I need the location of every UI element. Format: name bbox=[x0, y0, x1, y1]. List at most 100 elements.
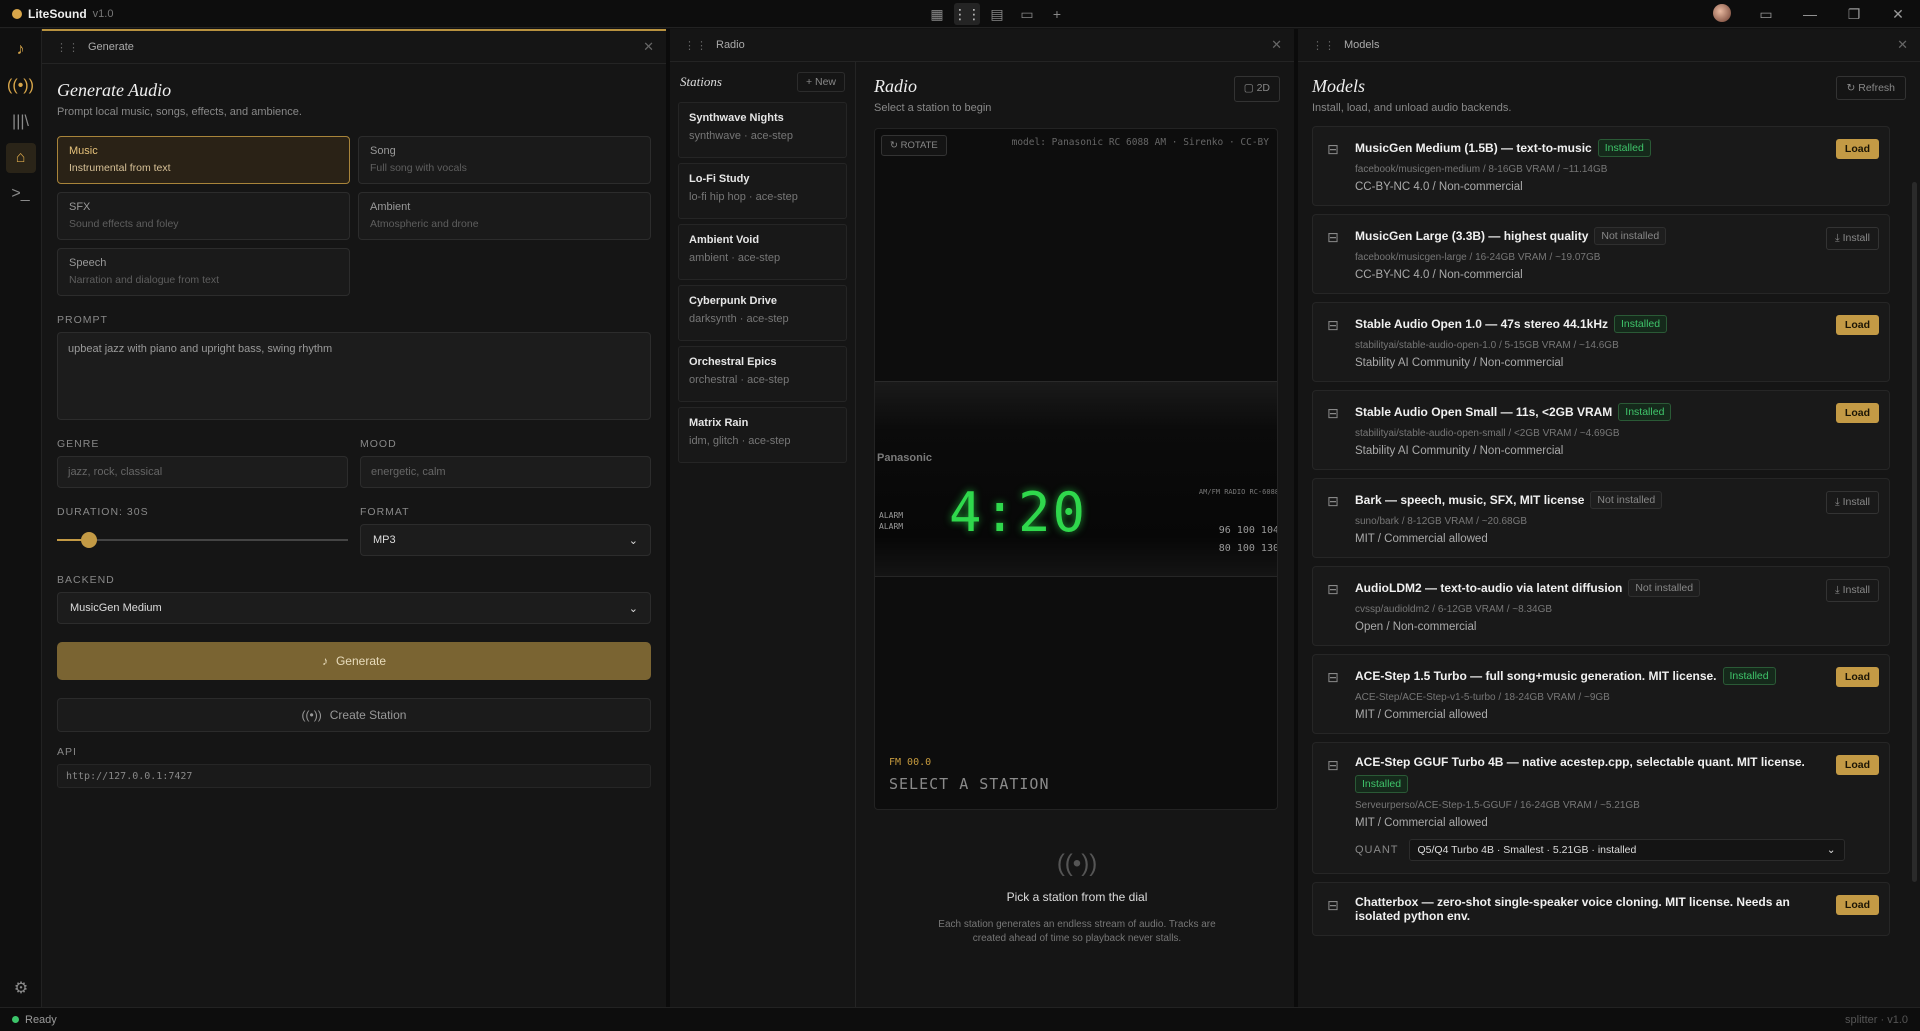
radio-panel: ⋮⋮ Radio ✕ Stations + New Synthwave Nigh… bbox=[670, 29, 1294, 1007]
add-layout-icon[interactable]: + bbox=[1044, 3, 1070, 25]
station-item[interactable]: Orchestral Epics orchestral · ace-step bbox=[678, 346, 847, 402]
backend-select[interactable]: MusicGen Medium ⌄ bbox=[57, 592, 651, 624]
model-license: CC-BY-NC 4.0 / Non-commercial bbox=[1355, 269, 1523, 281]
mood-input[interactable]: energetic, calm bbox=[360, 456, 651, 488]
type-music[interactable]: Music Instrumental from text bbox=[57, 136, 350, 184]
model-name: Bark — speech, music, SFX, MIT license bbox=[1355, 493, 1585, 507]
load-button[interactable]: Load bbox=[1835, 895, 1879, 915]
new-station-button[interactable]: + New bbox=[796, 72, 845, 92]
broadcast-icon[interactable]: ((•)) bbox=[6, 71, 36, 101]
drive-icon[interactable]: ⌂ bbox=[5, 143, 36, 173]
create-station-label: Create Station bbox=[329, 708, 407, 722]
install-label: Install bbox=[1842, 584, 1870, 596]
model-name: Stable Audio Open 1.0 — 47s stereo 44.1k… bbox=[1355, 317, 1608, 331]
settings-gear-icon[interactable]: ⚙ bbox=[6, 973, 36, 1003]
status-badge: Installed bbox=[1597, 139, 1651, 157]
radio-subtitle: Select a station to begin bbox=[874, 102, 992, 114]
profile-avatar[interactable] bbox=[1700, 3, 1744, 25]
grid-layout-icon[interactable]: ▦ bbox=[924, 3, 950, 25]
model-name: MusicGen Large (3.3B) — highest quality bbox=[1355, 229, 1589, 243]
download-icon: ⤓ bbox=[1834, 496, 1840, 508]
terminal-icon[interactable]: >_ bbox=[6, 179, 36, 209]
chevron-down-icon: ⌄ bbox=[628, 534, 638, 547]
backend-label: BACKEND bbox=[57, 574, 115, 586]
window-layout-icon[interactable]: ▭ bbox=[1014, 3, 1040, 25]
alarm-label: ALARM bbox=[879, 522, 904, 531]
models-panel-header: ⋮⋮ Models ✕ bbox=[1298, 29, 1920, 62]
close-icon[interactable]: ✕ bbox=[1897, 37, 1908, 53]
broadcast-icon: ((•)) bbox=[301, 708, 322, 722]
quant-select[interactable]: Q5/Q4 Turbo 4B · Smallest · 5.21GB · ins… bbox=[1408, 839, 1845, 861]
type-speech[interactable]: Speech Narration and dialogue from text bbox=[57, 248, 350, 296]
load-button[interactable]: Load bbox=[1835, 139, 1879, 159]
create-station-button[interactable]: ((•)) Create Station bbox=[57, 698, 651, 732]
load-button[interactable]: Load bbox=[1835, 667, 1879, 687]
install-button[interactable]: ⤓ Install bbox=[1825, 491, 1879, 514]
quant-value: Q5/Q4 Turbo 4B · Smallest · 5.21GB · ins… bbox=[1417, 844, 1637, 856]
rotate-button[interactable]: ↻ ROTATE bbox=[881, 135, 947, 156]
format-select[interactable]: MP3 ⌄ bbox=[360, 524, 651, 556]
refresh-label: Refresh bbox=[1858, 82, 1895, 94]
station-genre: darksynth · ace-step bbox=[689, 313, 789, 325]
freq-row: 80 100 130 bbox=[1218, 543, 1278, 554]
music-note-icon[interactable]: ♪ bbox=[6, 35, 36, 65]
close-icon[interactable]: ✕ bbox=[1271, 37, 1282, 53]
columns-layout-icon[interactable]: ⋮⋮ bbox=[953, 3, 981, 25]
type-sfx[interactable]: SFX Sound effects and foley bbox=[57, 192, 350, 240]
station-item[interactable]: Ambient Void ambient · ace-step bbox=[678, 224, 847, 280]
maximize-icon[interactable]: ❐ bbox=[1832, 6, 1876, 23]
station-item[interactable]: Matrix Rain idm, glitch · ace-step bbox=[678, 407, 847, 463]
close-window-icon[interactable]: ✕ bbox=[1876, 6, 1920, 23]
radio-3d-stage[interactable]: ↻ ROTATE model: Panasonic RC 6088 AM · S… bbox=[874, 128, 1278, 810]
model-name: Stable Audio Open Small — 11s, <2GB VRAM bbox=[1355, 405, 1613, 419]
type-desc: Instrumental from text bbox=[69, 162, 171, 174]
station-name: Ambient Void bbox=[689, 234, 760, 246]
drive-icon: ⊟ bbox=[1327, 229, 1339, 245]
close-icon[interactable]: ✕ bbox=[643, 39, 654, 55]
prompt-textarea[interactable]: upbeat jazz with piano and upright bass,… bbox=[57, 332, 651, 420]
clock-display: 4:20 bbox=[949, 481, 1088, 544]
type-ambient[interactable]: Ambient Atmospheric and drone bbox=[358, 192, 651, 240]
refresh-button[interactable]: ↻ Refresh bbox=[1835, 76, 1906, 100]
load-button[interactable]: Load bbox=[1835, 403, 1879, 423]
status-badge: Not installed bbox=[1628, 579, 1701, 597]
model-card: ⊟ Stable Audio Open Small — 11s, <2GB VRA… bbox=[1312, 390, 1890, 470]
library-icon[interactable]: |||\ bbox=[6, 107, 36, 137]
chevron-down-icon: ⌄ bbox=[628, 602, 638, 615]
drive-icon: ⊟ bbox=[1327, 581, 1339, 597]
model-path: Serveurperso/ACE-Step-1.5-GGUF / 16-24GB… bbox=[1355, 800, 1640, 811]
split-layout-icon[interactable]: ▤ bbox=[984, 3, 1010, 25]
drag-handle-icon[interactable]: ⋮⋮ bbox=[1312, 39, 1336, 52]
load-button[interactable]: Load bbox=[1835, 755, 1879, 775]
drag-handle-icon[interactable]: ⋮⋮ bbox=[684, 39, 708, 52]
view-2d-button[interactable]: ▢ 2D bbox=[1233, 76, 1280, 102]
type-song[interactable]: Song Full song with vocals bbox=[358, 136, 651, 184]
alarm-labels: ALARM ALARM bbox=[879, 510, 903, 532]
load-button[interactable]: Load bbox=[1835, 315, 1879, 335]
generate-button[interactable]: ♪ Generate bbox=[57, 642, 651, 680]
install-label: Install bbox=[1842, 232, 1870, 244]
app-name: LiteSound bbox=[28, 6, 87, 21]
api-url-field[interactable]: http://127.0.0.1:7427 bbox=[57, 764, 651, 788]
genre-input[interactable]: jazz, rock, classical bbox=[57, 456, 348, 488]
radio-title: Radio bbox=[874, 76, 917, 96]
station-item[interactable]: Lo-Fi Study lo-fi hip hop · ace-step bbox=[678, 163, 847, 219]
station-item[interactable]: Synthwave Nights synthwave · ace-step bbox=[678, 102, 847, 158]
station-item[interactable]: Cyberpunk Drive darksynth · ace-step bbox=[678, 285, 847, 341]
broadcast-icon: ((•)) bbox=[1056, 850, 1098, 877]
music-note-icon: ♪ bbox=[321, 654, 328, 668]
minimize-icon[interactable]: — bbox=[1788, 6, 1832, 22]
install-button[interactable]: ⤓ Install bbox=[1825, 227, 1879, 250]
drag-handle-icon[interactable]: ⋮⋮ bbox=[56, 41, 80, 54]
scrollbar[interactable] bbox=[1912, 182, 1917, 882]
empty-title: Pick a station from the dial bbox=[1006, 890, 1148, 904]
install-button[interactable]: ⤓ Install bbox=[1825, 579, 1879, 602]
model-path: facebook/musicgen-medium / 8-16GB VRAM /… bbox=[1355, 164, 1608, 175]
generate-label: Generate bbox=[335, 654, 387, 668]
model-card: ⊟ MusicGen Medium (1.5B) — text-to-music I… bbox=[1312, 126, 1890, 206]
slider-knob[interactable] bbox=[81, 532, 97, 548]
duration-slider[interactable] bbox=[57, 524, 348, 556]
monitor-icon[interactable]: ▭ bbox=[1744, 6, 1788, 23]
model-card: ⊟ AudioLDM2 — text-to-audio via latent di… bbox=[1312, 566, 1890, 646]
fm-readout: FM 00.0 bbox=[889, 757, 932, 768]
